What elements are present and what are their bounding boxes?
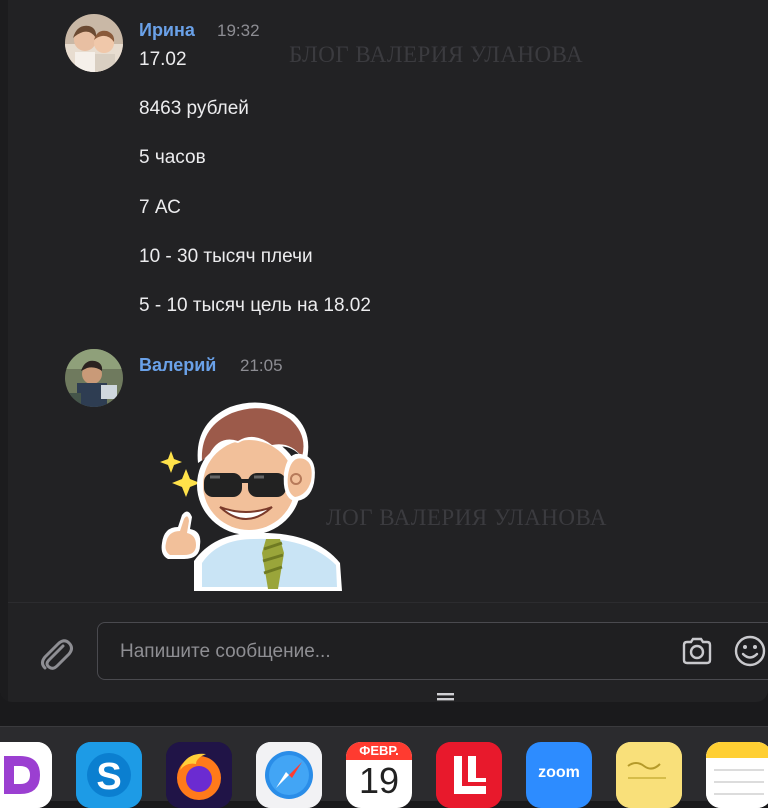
emoji-icon[interactable]: [733, 634, 767, 668]
message-input-placeholder: Напишите сообщение...: [120, 641, 331, 662]
firefox-icon[interactable]: [166, 742, 232, 808]
notes-icon[interactable]: [706, 742, 768, 808]
watermark-top: БЛОГ ВАЛЕРИЯ УЛАНОВА: [289, 42, 584, 67]
avatar-valeriy[interactable]: [65, 349, 123, 407]
paperclip-icon[interactable]: [36, 632, 74, 672]
skype-letter: S: [96, 756, 121, 798]
chat-window: БЛОГ ВАЛЕРИЯ УЛАНОВА ЛОГ ВАЛЕРИЯ УЛАНОВА…: [0, 0, 768, 702]
calendar-icon[interactable]: ФЕВР. 19: [346, 742, 412, 808]
message-line: 10 - 30 тысяч плечи: [139, 246, 313, 267]
zoom-label: zoom: [538, 764, 580, 781]
message-line: 8463 рублей: [139, 98, 249, 119]
message-input[interactable]: Напишите сообщение...: [97, 622, 768, 680]
window-left-edge: [0, 0, 8, 702]
avatar-irina[interactable]: [65, 14, 123, 72]
message-line: 7 АС: [139, 197, 181, 218]
message-author[interactable]: Валерий: [139, 355, 216, 376]
safari-icon[interactable]: [256, 742, 322, 808]
camera-icon[interactable]: [680, 634, 714, 668]
message-time: 21:05: [240, 356, 283, 375]
composer-separator: [8, 602, 768, 603]
calendar-month: ФЕВР.: [359, 743, 399, 758]
lasso-icon[interactable]: [436, 742, 502, 808]
message-line: 17.02: [139, 49, 187, 70]
skype-icon[interactable]: S: [76, 742, 142, 808]
resize-handle-icon[interactable]: [437, 688, 454, 701]
message-author[interactable]: Ирина: [139, 20, 195, 41]
watermark-bottom: ЛОГ ВАЛЕРИЯ УЛАНОВА: [326, 505, 608, 530]
stickies-icon[interactable]: [616, 742, 682, 808]
zoom-icon[interactable]: zoom: [526, 742, 592, 808]
message-time: 19:32: [217, 21, 260, 40]
calendar-day: 19: [358, 760, 400, 801]
message-line: 5 - 10 тысяч цель на 18.02: [139, 295, 371, 316]
sunglasses-guy-sticker[interactable]: [154, 393, 354, 593]
message-line: 5 часов: [139, 147, 206, 168]
app-d-icon[interactable]: [0, 742, 52, 808]
